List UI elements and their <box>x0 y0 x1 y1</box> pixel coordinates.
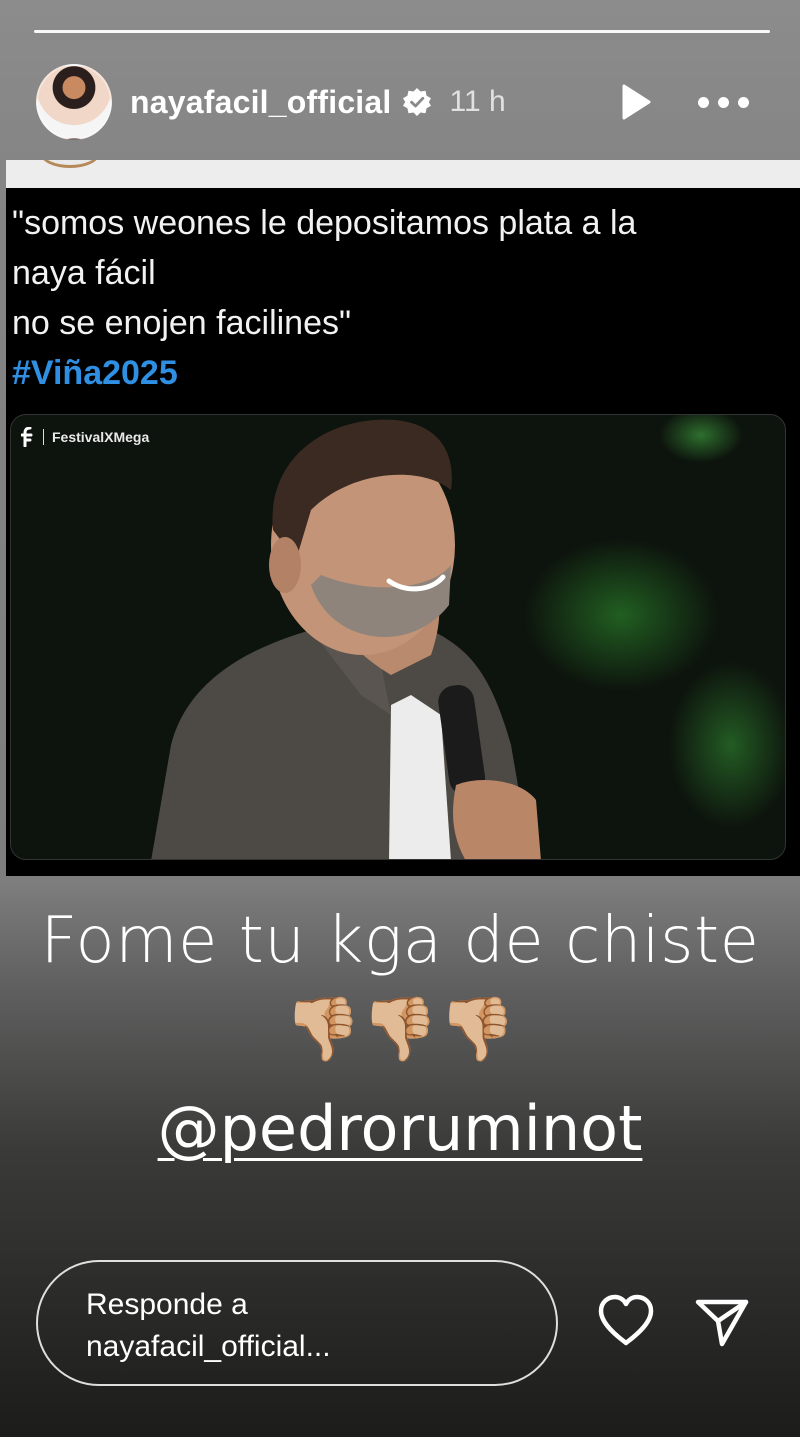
mention-text[interactable]: @pedroruminot <box>158 1092 643 1165</box>
post-time: 11 h <box>449 85 506 118</box>
performer-photo: FestivalXMega <box>10 414 786 860</box>
avatar[interactable] <box>36 64 112 140</box>
reply-placeholder-line-2: nayafacil_official... <box>86 1330 331 1363</box>
cropped-logo <box>40 160 100 168</box>
media-top-strip <box>6 160 800 188</box>
progress-segment <box>34 30 770 33</box>
reply-placeholder-line-1: Responde a <box>86 1288 248 1321</box>
post-text-line: "somos weones le depositamos plata a la <box>12 204 637 242</box>
post-text-line: no se enojen facilines" <box>12 304 352 342</box>
heart-icon[interactable] <box>596 1293 656 1349</box>
send-icon[interactable] <box>694 1294 750 1350</box>
play-icon[interactable] <box>615 82 655 122</box>
mention-sticker[interactable]: @pedroruminot <box>0 1092 800 1165</box>
post-text-line: naya fácil <box>12 254 156 292</box>
story-caption: Fome tu kga de chiste <box>40 904 760 978</box>
reply-input[interactable]: Responde a nayafacil_official... <box>36 1260 558 1386</box>
more-dots-icon[interactable] <box>698 92 750 112</box>
hashtag[interactable]: #Viña2025 <box>12 348 780 398</box>
story-progress <box>34 30 770 33</box>
performer-illustration <box>151 419 541 859</box>
story-header: nayafacil_official 11 h <box>36 64 770 140</box>
post-text: "somos weones le depositamos plata a la … <box>12 198 780 398</box>
username[interactable]: nayafacil_official <box>130 84 392 121</box>
verified-badge-icon <box>402 88 431 116</box>
thumbs-down-emojis: 👎🏼👎🏼👎🏼 <box>284 992 516 1065</box>
story-media: "somos weones le depositamos plata a la … <box>6 160 800 876</box>
